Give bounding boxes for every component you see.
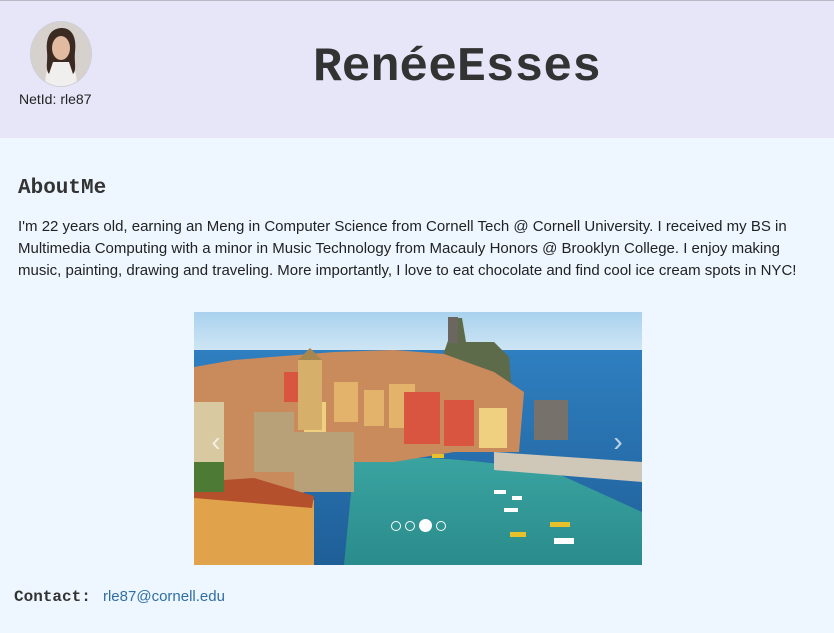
carousel-indicator-3[interactable] <box>418 519 432 533</box>
carousel-indicator-1[interactable] <box>390 520 401 531</box>
chevron-right-icon: › <box>613 426 623 457</box>
carousel-prev-button[interactable]: ‹ <box>206 427 226 457</box>
contact-label: Contact: <box>14 588 91 606</box>
contact-email-link[interactable]: rle87@cornell.edu <box>103 588 225 605</box>
about-text: I'm 22 years old, earning an Meng in Com… <box>18 218 797 279</box>
carousel-indicator-2[interactable] <box>404 520 415 531</box>
carousel-next-button[interactable]: › <box>608 427 628 457</box>
carousel-indicator-4[interactable] <box>435 520 446 531</box>
page-title: RenéeEsses <box>312 41 602 95</box>
page-header: NetId: rle87 RenéeEsses <box>0 1 834 138</box>
chevron-left-icon: ‹ <box>211 426 221 457</box>
carousel-indicators <box>194 517 642 535</box>
contact-section: Contact: rle87@cornell.edu <box>14 588 225 606</box>
photo-carousel[interactable]: ‹ › <box>194 312 642 565</box>
about-heading: AboutMe <box>18 177 107 200</box>
